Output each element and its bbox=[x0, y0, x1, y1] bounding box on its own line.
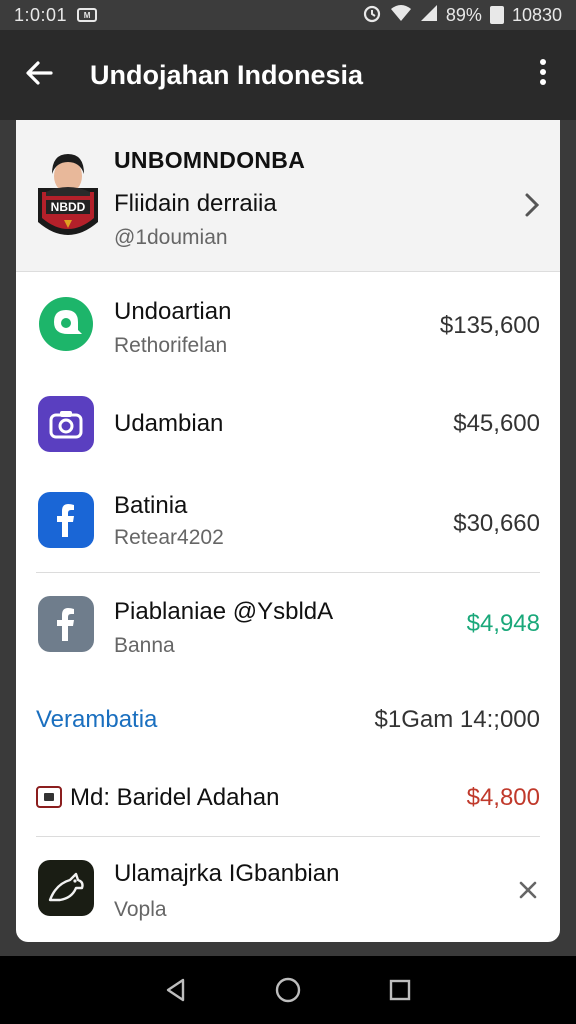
system-nav-bar bbox=[0, 956, 576, 1024]
back-arrow-icon[interactable] bbox=[24, 58, 64, 93]
list-item[interactable]: Undoartian Rethorifelan $135,600 bbox=[16, 290, 560, 370]
status-clock: 10830 bbox=[511, 4, 562, 25]
status-right: 89% 10830 bbox=[362, 3, 562, 28]
row-title: Undoartian bbox=[114, 298, 232, 325]
content-card: NBDD UNBOMNDONBA Fliidain derraiia @1dou… bbox=[16, 120, 560, 942]
row-subtitle: Rethorifelan bbox=[114, 334, 228, 357]
profile-handle: @1doumian bbox=[114, 226, 228, 249]
svg-text:NBDD: NBDD bbox=[51, 200, 86, 214]
row-amount: $30,660 bbox=[453, 510, 540, 537]
detail-title: Md: Baridel Adahan bbox=[70, 784, 280, 811]
list-item[interactable]: Ulamajrka IGbanbian Vopla bbox=[16, 856, 560, 930]
divider bbox=[36, 836, 540, 837]
detail-row[interactable]: Md: Baridel Adahan $4,800 bbox=[16, 778, 560, 818]
close-icon[interactable] bbox=[518, 880, 538, 905]
app-bar: Undojahan Indonesia bbox=[0, 30, 576, 120]
recents-square-icon[interactable] bbox=[380, 970, 420, 1010]
row-title: Batinia bbox=[114, 492, 188, 519]
row-subtitle: Vopla bbox=[114, 898, 167, 921]
profile-header[interactable]: NBDD UNBOMNDONBA Fliidain derraiia @1dou… bbox=[16, 120, 560, 272]
row-amount: $45,600 bbox=[453, 410, 540, 437]
list-item[interactable]: Batinia Retear4202 $30,660 bbox=[16, 488, 560, 572]
section-row[interactable]: Verambatia $1Gam 14:;000 bbox=[16, 700, 560, 740]
row-title: Ulamajrka IGbanbian bbox=[114, 860, 340, 887]
wifi-icon bbox=[390, 4, 412, 27]
signal-icon bbox=[420, 4, 438, 27]
detail-amount: $4,800 bbox=[466, 784, 540, 811]
back-triangle-icon[interactable] bbox=[156, 970, 196, 1010]
document-icon bbox=[36, 786, 62, 808]
page-title: Undojahan Indonesia bbox=[90, 59, 364, 90]
row-title: Piablaniae @YsbldA bbox=[114, 598, 334, 625]
battery-icon bbox=[489, 6, 504, 24]
notification-icon: M bbox=[77, 8, 98, 22]
avatar: NBDD bbox=[36, 148, 100, 248]
section-label: Verambatia bbox=[36, 706, 158, 733]
more-options-icon[interactable] bbox=[530, 58, 556, 92]
row-amount: $135,600 bbox=[439, 312, 540, 339]
profile-subtitle: Fliidain derraiia bbox=[114, 190, 277, 217]
row-subtitle: Banna bbox=[114, 634, 175, 657]
row-amount: $4,948 bbox=[466, 610, 540, 637]
row-subtitle: Retear4202 bbox=[114, 526, 224, 549]
status-bar: 1:0:01 M 89% 10830 bbox=[0, 0, 576, 30]
alarm-icon bbox=[362, 3, 382, 28]
section-amount: $1Gam 14:;000 bbox=[374, 706, 540, 733]
row-title: Udambian bbox=[114, 410, 224, 437]
bird-icon bbox=[38, 860, 94, 916]
home-circle-icon[interactable] bbox=[268, 970, 308, 1010]
divider bbox=[36, 572, 540, 573]
list-item[interactable]: Udambian $45,600 bbox=[16, 392, 560, 456]
camera-icon bbox=[38, 396, 94, 452]
status-time: 1:0:01 bbox=[14, 4, 68, 25]
facebook-icon bbox=[38, 492, 94, 548]
profile-name: UNBOMNDONBA bbox=[114, 147, 306, 173]
list-item[interactable]: Piablaniae @YsbldA Banna $4,948 bbox=[16, 594, 560, 666]
facebook-gray-icon bbox=[38, 596, 94, 652]
chat-bubble-icon bbox=[38, 296, 94, 352]
battery-percent: 89% bbox=[445, 4, 482, 25]
chevron-right-icon[interactable] bbox=[524, 192, 540, 226]
